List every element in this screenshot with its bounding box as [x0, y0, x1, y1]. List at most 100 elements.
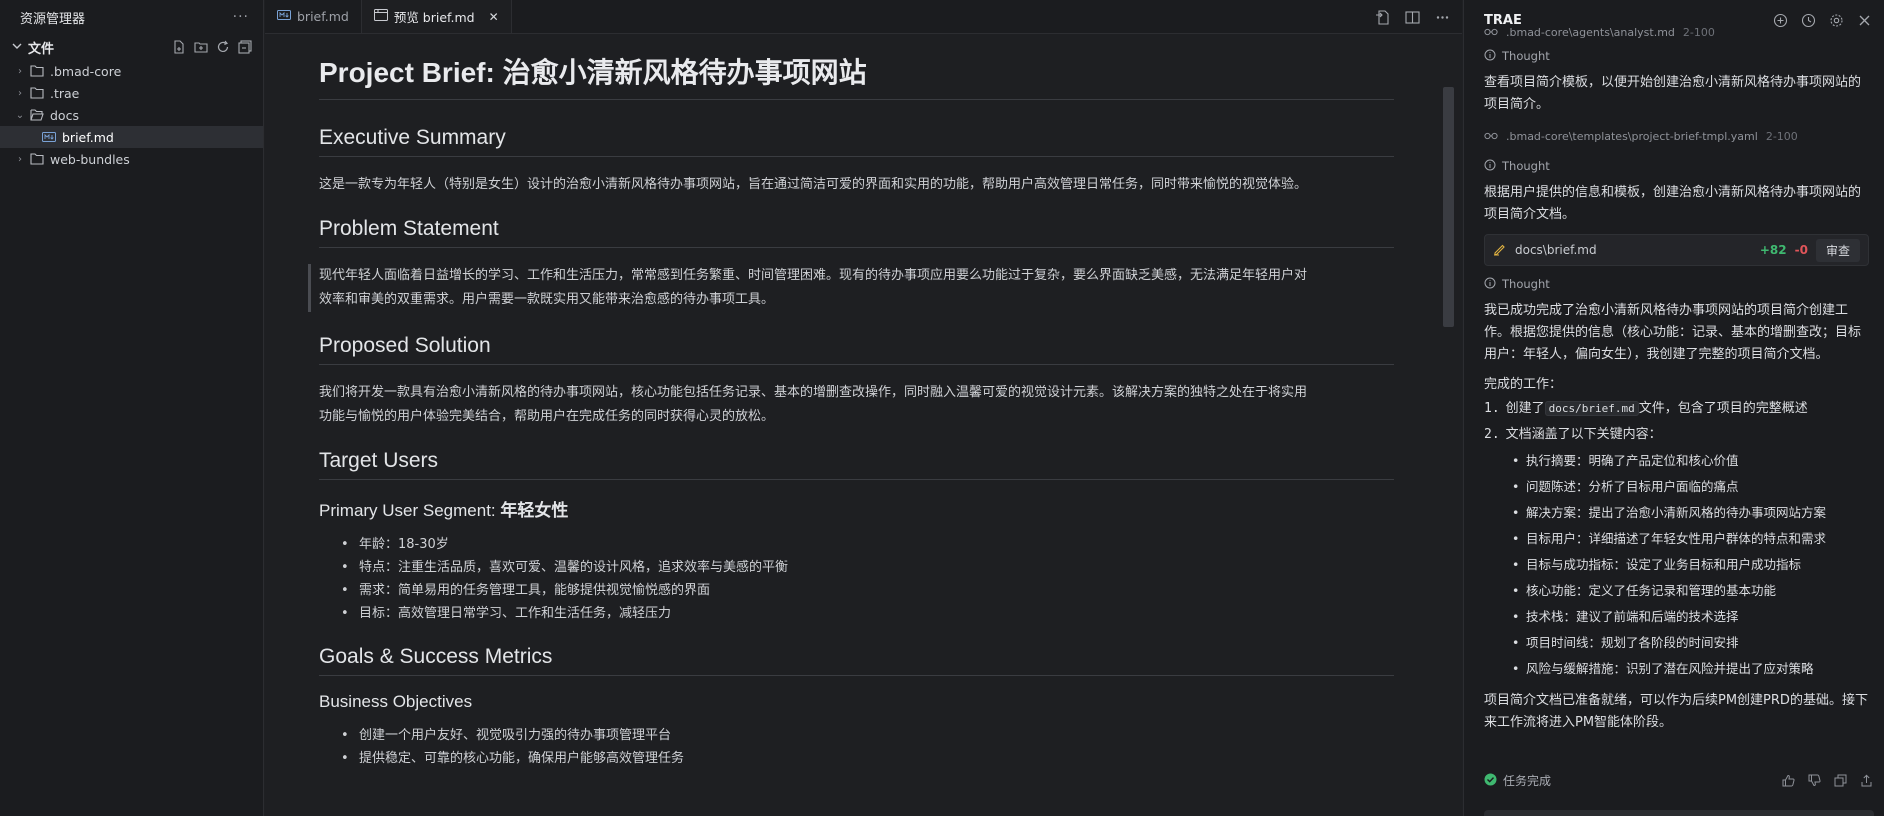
split-editor-icon[interactable]: [1404, 9, 1420, 25]
markdown-file-icon: [277, 9, 291, 24]
list-item: 执行摘要：明确了产品定位和核心价值: [1510, 448, 1869, 474]
list-item: 风险与缓解措施：识别了潜在风险并提出了应对策略: [1510, 656, 1869, 682]
chat-input-box[interactable]: [1484, 810, 1874, 816]
chevron-right-icon: ›: [18, 65, 22, 77]
list-item: 1. 创建了 docs/brief.md 文件，包含了项目的完整概述: [1484, 401, 1808, 416]
info-icon: [1484, 159, 1496, 174]
copy-icon[interactable]: [1832, 773, 1848, 789]
list-item: 提供稳定、可靠的核心功能，确保用户能够高效管理任务: [319, 747, 1394, 770]
folder-open-icon: [28, 109, 46, 121]
files-section-header[interactable]: 文件: [0, 34, 263, 60]
key-content-list: 执行摘要：明确了产品定位和核心价值 问题陈述：分析了目标用户面临的痛点 解决方案…: [1510, 448, 1869, 682]
folder-icon: [28, 87, 46, 99]
thumbs-up-icon[interactable]: [1780, 773, 1796, 789]
tree-folder-web-bundles[interactable]: › web-bundles: [0, 148, 263, 170]
assistant-final-message: 项目简介文档已准备就绪，可以作为后续PM创建PRD的基础。接下来工作流将进入PM…: [1484, 693, 1868, 730]
tab-label: 预览 brief.md: [393, 10, 475, 25]
section-heading-problem-statement: Problem Statement: [319, 217, 1394, 248]
tree-item-label: .trae: [50, 85, 80, 101]
more-actions-button[interactable]: ···: [233, 9, 249, 25]
collapse-all-icon[interactable]: [237, 39, 253, 55]
new-folder-icon[interactable]: [193, 39, 209, 55]
preview-icon: [373, 9, 388, 24]
chevron-right-icon: ›: [18, 153, 22, 165]
tree-folder-trae[interactable]: › .trae: [0, 82, 263, 104]
tab-label: brief.md: [297, 9, 349, 24]
list-item: 特点：注重生活品质，喜欢可爱、温馨的设计风格，追求效率与美感的平衡: [319, 556, 1394, 579]
executive-summary-text: 这是一款专为年轻人（特别是女生）设计的治愈小清新风格待办事项网站，旨在通过简洁可…: [319, 177, 1308, 192]
share-icon[interactable]: [1858, 773, 1874, 789]
file-reference[interactable]: .bmad-core\agents\analyst.md 2-100: [1484, 26, 1869, 38]
review-button[interactable]: 审查: [1815, 238, 1860, 262]
assistant-message: 查看项目简介模板，以便开始创建治愈小清新风格待办事项网站的项目简介。: [1484, 75, 1862, 112]
refresh-icon[interactable]: [215, 39, 231, 55]
markdown-file-icon: [40, 131, 58, 143]
status-badge: 任务完成: [1484, 772, 1551, 789]
editor-area: brief.md 预览 brief.md ✕ Project Brief: 治愈…: [265, 0, 1462, 816]
completed-work-label: 完成的工作：: [1484, 377, 1563, 392]
folder-icon: [28, 153, 46, 165]
tree-item-label: brief.md: [62, 129, 114, 145]
proposed-solution-text: 我们将开发一款具有治愈小清新风格的待办事项网站，核心功能包括任务记录、基本的增删…: [319, 385, 1308, 424]
thought-toggle[interactable]: Thought: [1484, 154, 1869, 178]
explorer-header: 资源管理器 ···: [0, 0, 263, 34]
assistant-message: 根据用户提供的信息和模板，创建治愈小清新风格待办事项网站的项目简介文档。: [1484, 185, 1862, 222]
list-item: 项目时间线：规划了各阶段的时间安排: [1510, 630, 1869, 656]
list-item: 年龄：18-30岁: [319, 533, 1394, 556]
chevron-down-icon: ⌄: [15, 109, 25, 121]
file-reference[interactable]: .bmad-core\templates\project-brief-tmpl.…: [1484, 124, 1869, 148]
tree-folder-docs[interactable]: ⌄ docs: [0, 104, 263, 126]
subheading-business-objectives: Business Objectives: [319, 692, 473, 711]
completed-work-list: 1. 创建了 docs/brief.md 文件，包含了项目的完整概述 2. 文档涵盖了以…: [1484, 396, 1869, 448]
tab-preview-brief-md[interactable]: 预览 brief.md ✕: [361, 0, 512, 33]
business-objectives-list: 创建一个用户友好、视觉吸引力强的待办事项管理平台 提供稳定、可靠的核心功能，确保…: [319, 724, 1394, 770]
open-source-icon[interactable]: [1374, 9, 1390, 25]
editor-scrollbar[interactable]: [1443, 87, 1454, 327]
tree-item-label: .bmad-core: [50, 63, 122, 79]
tree-item-label: web-bundles: [50, 151, 130, 167]
doc-title: Project Brief: 治愈小清新风格待办事项网站: [319, 51, 1394, 100]
thought-toggle[interactable]: Thought: [1484, 44, 1869, 68]
list-item: 核心功能：定义了任务记录和管理的基本功能: [1510, 578, 1869, 604]
glasses-icon: [1484, 130, 1498, 143]
section-heading-executive-summary: Executive Summary: [319, 126, 1394, 157]
new-file-icon[interactable]: [171, 39, 187, 55]
subheading-primary-user-segment: Primary User Segment: 年轻女性: [319, 501, 569, 520]
tree-file-brief-md[interactable]: brief.md: [0, 126, 263, 148]
chevron-down-icon: [12, 40, 22, 54]
list-item: 需求：简单易用的任务管理工具，能够提供视觉愉悦感的界面: [319, 579, 1394, 602]
tree-folder-bmad-core[interactable]: › .bmad-core: [0, 60, 263, 82]
file-change-card[interactable]: docs\brief.md +82 -0 审查: [1484, 234, 1869, 266]
assistant-message: 我已成功完成了治愈小清新风格待办事项网站的项目简介创建工作。根据您提供的信息（核…: [1484, 303, 1862, 362]
glasses-icon: [1484, 26, 1498, 38]
list-item: 目标用户：详细描述了年轻女性用户群体的特点和需求: [1510, 526, 1869, 552]
markdown-preview[interactable]: Project Brief: 治愈小清新风格待办事项网站 Executive S…: [265, 35, 1462, 816]
explorer-panel: 资源管理器 ··· 文件 › .bmad-core › .trae ⌄ docs…: [0, 0, 264, 816]
files-label: 文件: [28, 41, 55, 57]
list-item: 技术栈：建议了前端和后端的技术选择: [1510, 604, 1869, 630]
lines-added: +82: [1759, 243, 1787, 257]
close-tab-icon[interactable]: ✕: [489, 10, 499, 24]
chat-messages: .bmad-core\agents\analyst.md 2-100 Thoug…: [1484, 26, 1869, 742]
section-heading-goals: Goals & Success Metrics: [319, 645, 1394, 676]
info-icon: [1484, 277, 1496, 292]
thought-toggle[interactable]: Thought: [1484, 272, 1869, 296]
list-item: 创建一个用户友好、视觉吸引力强的待办事项管理平台: [319, 724, 1394, 747]
thumbs-down-icon[interactable]: [1806, 773, 1822, 789]
list-item: 目标与成功指标：设定了业务目标和用户成功指标: [1510, 552, 1869, 578]
tab-brief-md[interactable]: brief.md: [265, 0, 362, 33]
lines-removed: -0: [1794, 243, 1808, 257]
trae-chat-panel: TRAE .bmad-core\agents\analyst.md 2-100 …: [1463, 0, 1884, 816]
explorer-title: 资源管理器: [20, 11, 86, 27]
chevron-right-icon: ›: [18, 87, 22, 99]
problem-statement-quote: 现代年轻人面临着日益增长的学习、工作和生活压力，常常感到任务繁重、时间管理困难。…: [308, 264, 1394, 312]
section-heading-proposed-solution: Proposed Solution: [319, 334, 1394, 365]
check-circle-icon: [1484, 773, 1497, 789]
more-actions-icon[interactable]: [1434, 9, 1450, 25]
list-item: 解决方案：提出了治愈小清新风格的待办事项网站方案: [1510, 500, 1869, 526]
section-heading-target-users: Target Users: [319, 449, 1394, 480]
list-item: 2. 文档涵盖了以下关键内容：: [1484, 427, 1662, 442]
folder-icon: [28, 65, 46, 77]
list-item: 目标：高效管理日常学习、工作和生活任务，减轻压力: [319, 602, 1394, 625]
list-item: 问题陈述：分析了目标用户面临的痛点: [1510, 474, 1869, 500]
